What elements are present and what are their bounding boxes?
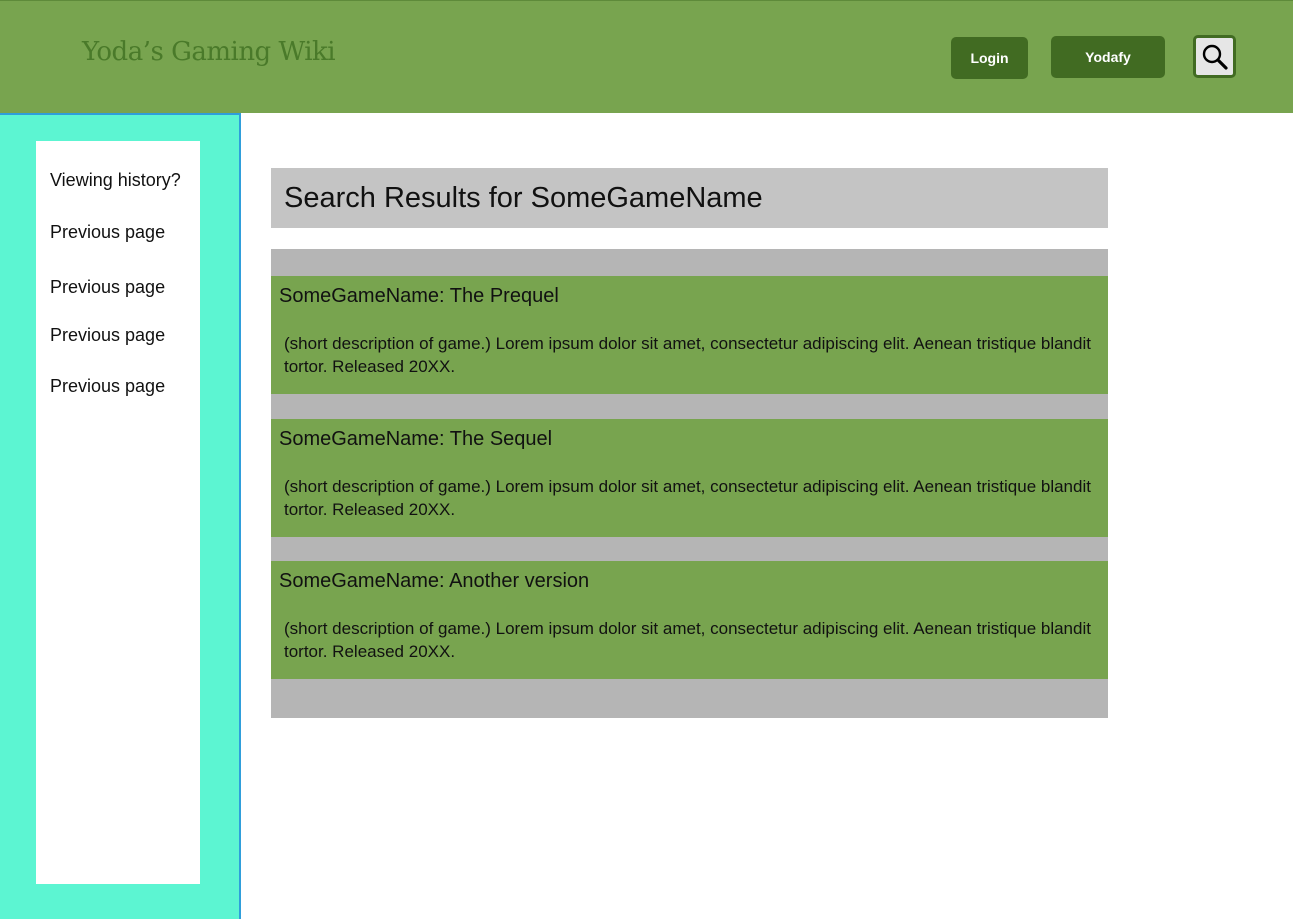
history-item-previous-page[interactable]: Previous page xyxy=(50,325,165,346)
search-button[interactable] xyxy=(1193,35,1236,78)
viewing-history-panel: Viewing history? Previous page Previous … xyxy=(36,141,200,884)
result-description: (short description of game.) Lorem ipsum… xyxy=(284,619,1091,661)
search-result-card[interactable]: SomeGameName: Another version (short des… xyxy=(271,561,1108,679)
search-result-card[interactable]: SomeGameName: The Prequel (short descrip… xyxy=(271,276,1108,394)
result-description: (short description of game.) Lorem ipsum… xyxy=(284,334,1091,376)
viewing-history-heading: Viewing history? xyxy=(50,170,181,190)
result-title[interactable]: SomeGameName: The Prequel xyxy=(279,285,559,308)
search-results-list: SomeGameName: The Prequel (short descrip… xyxy=(271,249,1108,718)
login-button[interactable]: Login xyxy=(951,37,1028,79)
site-header: Yoda’s Gaming Wiki Login Yodafy xyxy=(0,0,1293,113)
magnifying-glass-icon xyxy=(1202,44,1228,70)
history-item-previous-page[interactable]: Previous page xyxy=(50,376,165,397)
search-result-card[interactable]: SomeGameName: The Sequel (short descript… xyxy=(271,419,1108,537)
result-description: (short description of game.) Lorem ipsum… xyxy=(284,477,1091,519)
sidebar: Viewing history? Previous page Previous … xyxy=(0,113,241,919)
result-title[interactable]: SomeGameName: The Sequel xyxy=(279,428,552,451)
search-results-title: Search Results for SomeGameName xyxy=(284,182,763,214)
search-results-header: Search Results for SomeGameName xyxy=(271,168,1108,228)
site-title[interactable]: Yoda’s Gaming Wiki xyxy=(82,37,336,67)
result-title[interactable]: SomeGameName: Another version xyxy=(279,570,589,593)
history-item-previous-page[interactable]: Previous page xyxy=(50,222,165,243)
yodafy-button[interactable]: Yodafy xyxy=(1051,36,1165,78)
history-item-previous-page[interactable]: Previous page xyxy=(50,277,165,298)
